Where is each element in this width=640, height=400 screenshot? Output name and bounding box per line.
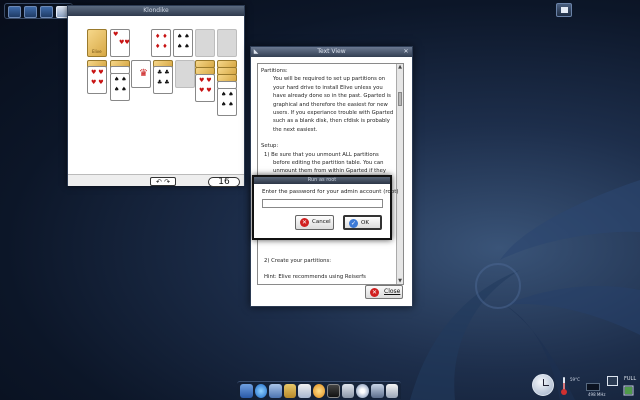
cancel-button[interactable]: ✕ Cancel xyxy=(295,215,334,230)
tableau-2-card-b[interactable]: ♠ ♠ ♠ ♠ xyxy=(110,73,130,101)
printer-icon[interactable] xyxy=(385,384,399,398)
tableau-1-card[interactable]: ♥ ♥ ♥ ♥ xyxy=(87,66,107,94)
network-icon[interactable] xyxy=(370,384,384,398)
text-view-scrollbar[interactable]: ▲ ▼ xyxy=(396,64,403,284)
foundation-1[interactable]: ♦ ♦ ♦ ♦ xyxy=(151,29,171,57)
dock xyxy=(237,381,401,399)
text-line: before editing the partition table. You … xyxy=(273,160,384,167)
mail-icon[interactable] xyxy=(298,384,311,398)
solitaire-window: Klondike Elive ♥ ♥♥ ♦ ♦ ♦ ♦ ♠ ♠ ♠ ♠ ♥ ♥ ♥ ♥ … xyxy=(67,5,245,187)
text-line: Partitions: xyxy=(261,68,288,74)
card-count-display: 16 xyxy=(208,177,240,187)
scrollbar-thumb[interactable] xyxy=(398,92,402,106)
ok-icon: ✓ xyxy=(349,219,358,228)
text-view-titlebar[interactable]: ◣ Text View ✕ xyxy=(251,47,412,57)
media-icon[interactable] xyxy=(341,384,355,398)
window-menu-icon[interactable]: ◣ xyxy=(253,49,259,55)
text-line: users. If you experiance trouble with Gp… xyxy=(273,110,394,117)
terminal-icon[interactable] xyxy=(327,384,340,398)
desktop-3-button[interactable] xyxy=(40,6,53,18)
chat-icon[interactable] xyxy=(312,384,326,398)
cancel-icon: ✕ xyxy=(300,218,309,227)
password-prompt: Enter the password for your admin accoun… xyxy=(262,189,399,195)
text-line: have already done so in the past. Gparte… xyxy=(273,93,391,100)
browser-icon[interactable] xyxy=(254,384,268,398)
text-line: 2) Create your partitions: xyxy=(264,257,332,264)
solitaire-titlebar[interactable]: Klondike xyxy=(68,6,244,16)
text-view-title: Text View xyxy=(317,48,346,55)
thermometer-icon xyxy=(561,377,567,395)
clock-icon[interactable] xyxy=(532,374,554,396)
text-view-content[interactable]: Partitions: You will be required to set … xyxy=(257,63,404,285)
solitaire-statusbar: ↶ ↷ 16 xyxy=(68,174,244,187)
foundation-4[interactable] xyxy=(217,29,237,57)
tableau-3-king[interactable]: ♛ xyxy=(131,60,151,88)
monitor-icon[interactable] xyxy=(240,384,253,398)
scroll-up-icon[interactable]: ▲ xyxy=(397,64,403,70)
disc-icon[interactable] xyxy=(356,384,369,398)
system-menu-icon[interactable] xyxy=(556,3,572,17)
tableau-4-card[interactable]: ♣ ♣ ♣ ♣ xyxy=(153,66,173,94)
cpu-gauge xyxy=(586,383,600,391)
foundation-3[interactable] xyxy=(195,29,215,57)
ok-button[interactable]: ✓ OK xyxy=(343,215,382,230)
undo-button[interactable]: ↶ ↷ xyxy=(150,177,176,186)
password-dialog: Run as root Enter the password for your … xyxy=(252,175,399,240)
waste-card-spades[interactable]: ♥ ♥♥ xyxy=(110,29,130,57)
window-close-icon[interactable]: ✕ xyxy=(403,49,409,55)
text-line: You will be required to set up partition… xyxy=(273,76,386,83)
solitaire-board[interactable]: Elive ♥ ♥♥ ♦ ♦ ♦ ♦ ♠ ♠ ♠ ♠ ♥ ♥ ♥ ♥ ♠ ♠ ♠ ♠ ♛ … xyxy=(68,16,244,174)
password-input[interactable] xyxy=(262,199,383,208)
text-line: your hard drive to install Elive unless … xyxy=(273,84,383,91)
file-manager-icon[interactable] xyxy=(269,384,282,398)
desktop-1-button[interactable] xyxy=(8,6,21,18)
close-button[interactable]: ✕ Close xyxy=(365,285,403,299)
foundation-2[interactable]: ♠ ♠ ♠ ♠ xyxy=(173,29,193,57)
text-line: 1) Be sure that you unmount ALL partitio… xyxy=(264,151,379,158)
text-line: Setup: xyxy=(261,143,279,150)
battery-status-label: FULL xyxy=(624,376,637,382)
desktop-2-button[interactable] xyxy=(24,6,37,18)
tableau-6-card[interactable]: ♥ ♥ ♥ ♥ xyxy=(195,74,215,102)
scroll-down-icon[interactable]: ▼ xyxy=(397,278,403,284)
text-line: graphical and therefore the easiest for … xyxy=(273,101,388,108)
text-line: the next easiest. xyxy=(273,126,318,133)
close-icon: ✕ xyxy=(370,288,379,297)
stock-pile[interactable]: Elive xyxy=(87,29,107,57)
text-line: such as a blank disk, then cfdisk is pro… xyxy=(273,118,390,125)
cpu-frequency-label: 498 MHz xyxy=(588,392,606,397)
folder-icon[interactable] xyxy=(283,384,297,398)
temperature-label: 59°C xyxy=(570,377,580,382)
tableau-7-card-b[interactable]: ♠ ♠ ♠ ♠ xyxy=(217,88,237,116)
tableau-5-empty[interactable] xyxy=(175,60,195,88)
battery-icon[interactable] xyxy=(607,376,618,386)
text-line: Hint: Elive recommends using Reiserfs xyxy=(264,274,366,281)
desktop-pager xyxy=(4,3,73,19)
battery-level-icon xyxy=(623,385,634,396)
password-dialog-title[interactable]: Run as root xyxy=(254,177,390,184)
